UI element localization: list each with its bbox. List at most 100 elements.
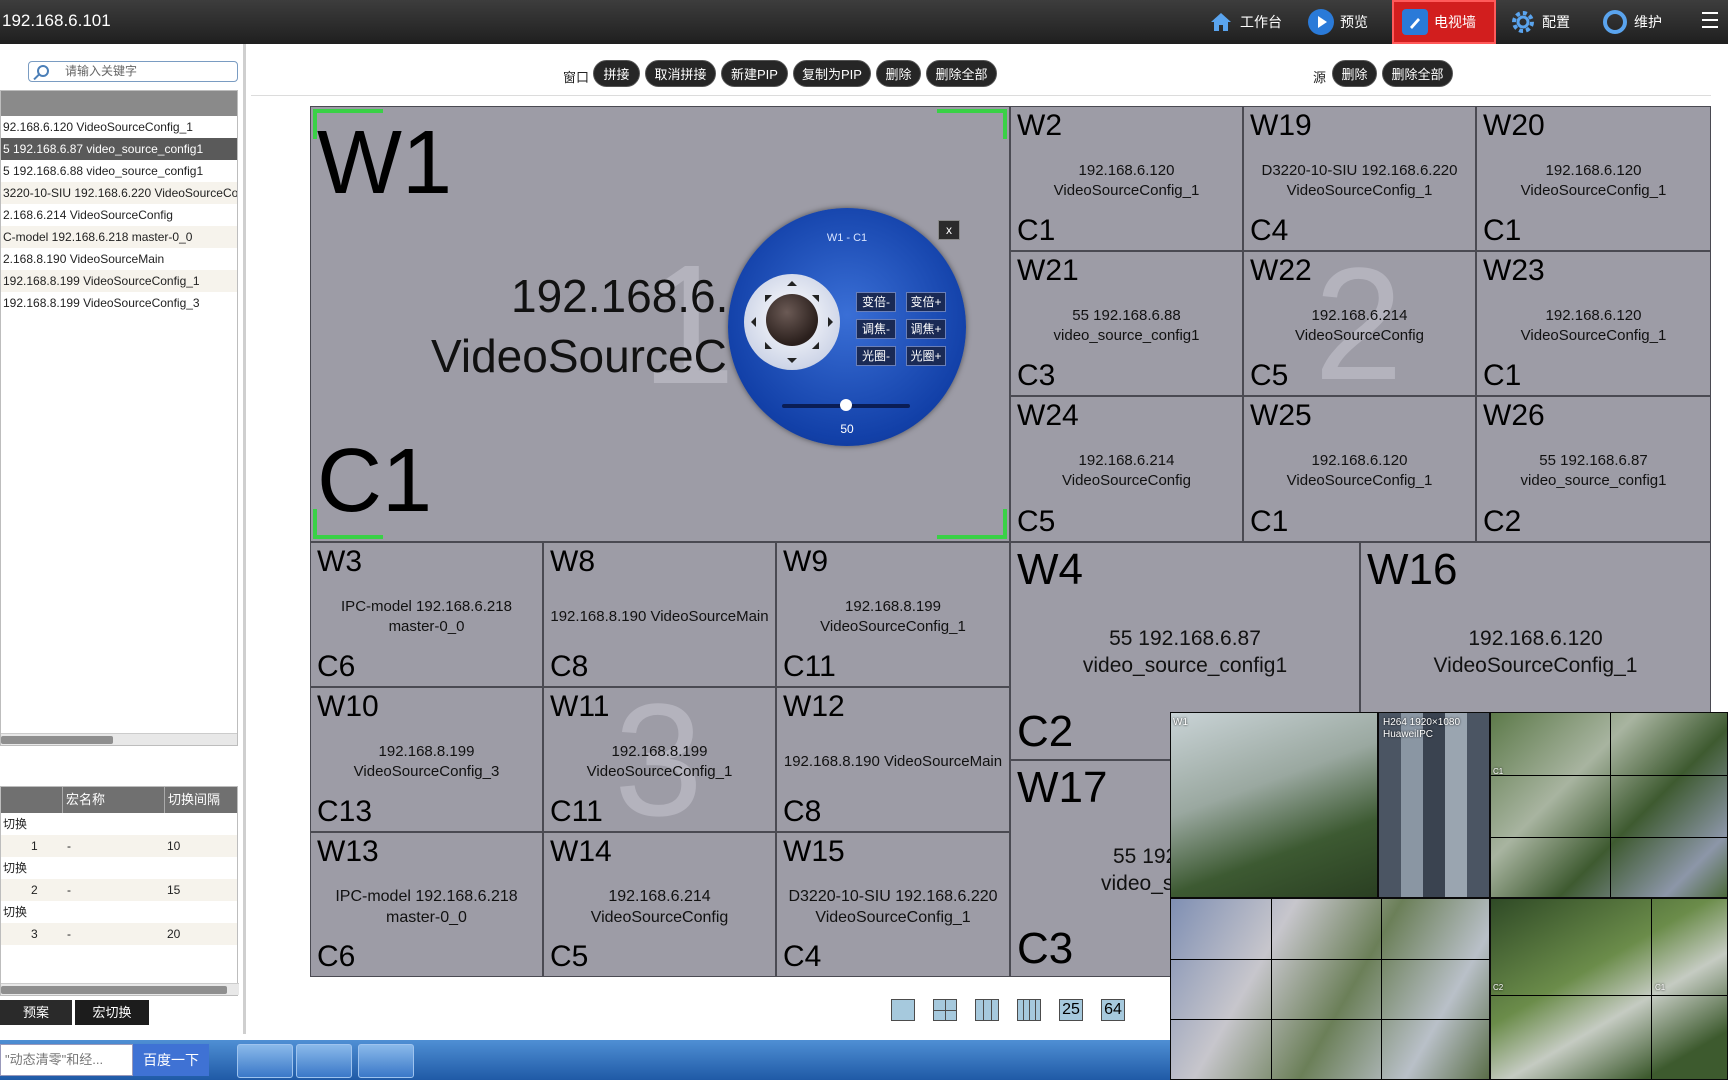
wall-window[interactable]: W23 192.168.6.120 VideoSourceConfig_1 C1 bbox=[1476, 251, 1711, 396]
focus-minus-button[interactable]: 调焦- bbox=[856, 319, 896, 339]
tab-macro-switch[interactable]: 宏切换 bbox=[75, 1000, 149, 1025]
macro-group-title: 切换 bbox=[3, 905, 28, 919]
selection-corner bbox=[937, 509, 1007, 539]
macro-table-scrollbar[interactable] bbox=[1, 983, 239, 995]
taskbar-app-icon[interactable] bbox=[237, 1044, 293, 1078]
cancel-splice-button[interactable]: 取消拼接 bbox=[645, 60, 716, 87]
copy-as-pip-button[interactable]: 复制为PIP bbox=[793, 60, 871, 87]
taskbar-search-button[interactable]: 百度一下 bbox=[133, 1044, 209, 1076]
arrow-up-right-icon[interactable] bbox=[811, 287, 827, 303]
layout-3x3-button[interactable] bbox=[975, 999, 999, 1021]
ptz-close-button[interactable]: x bbox=[938, 220, 960, 240]
scrollbar-thumb[interactable] bbox=[1, 736, 113, 744]
menu-icon[interactable] bbox=[1702, 12, 1718, 28]
taskbar-search-input[interactable]: "动态清零"和经... bbox=[0, 1044, 133, 1076]
zoom-out-button[interactable]: 变倍- bbox=[856, 292, 896, 312]
arrow-up-left-icon[interactable] bbox=[757, 287, 773, 303]
nav-tv-wall[interactable]: 电视墙 bbox=[1392, 0, 1496, 44]
search-input[interactable]: 请输入关键字 bbox=[28, 61, 238, 82]
wall-window[interactable]: W10 192.168.8.199 VideoSourceConfig_3 C13 bbox=[310, 687, 543, 832]
scrollbar-thumb[interactable] bbox=[1, 986, 227, 994]
wall-window[interactable]: W14 192.168.6.214 VideoSourceConfig C5 bbox=[543, 832, 776, 977]
arrow-down-right-icon[interactable] bbox=[811, 341, 827, 357]
iris-plus-button[interactable]: 光圈+ bbox=[906, 346, 946, 366]
source-item[interactable]: C-model 192.168.6.218 master-0_0 bbox=[1, 226, 237, 248]
slider-thumb[interactable] bbox=[840, 399, 852, 411]
arrow-down-left-icon[interactable] bbox=[757, 341, 773, 357]
delete-all-sources-button[interactable]: 删除全部 bbox=[1382, 60, 1453, 87]
wall-ruler bbox=[251, 95, 1711, 96]
wall-window[interactable]: W26 55 192.168.6.87 video_source_config1 … bbox=[1476, 396, 1711, 542]
joystick-knob[interactable] bbox=[766, 294, 818, 346]
wall-window[interactable]: 3 W11 192.168.8.199 VideoSourceConfig_1 C… bbox=[543, 687, 776, 832]
wall-window[interactable]: W9 192.168.8.199 VideoSourceConfig_1 C11 bbox=[776, 542, 1010, 687]
new-pip-button[interactable]: 新建PIP bbox=[721, 60, 788, 87]
top-bar: 192.168.6.101 工作台 预览 电视墙 配置 维护 bbox=[0, 0, 1728, 44]
iris-minus-button[interactable]: 光圈- bbox=[856, 346, 896, 366]
layout-64-button[interactable]: 64 bbox=[1101, 999, 1125, 1021]
source-list-header bbox=[1, 91, 237, 116]
ptz-joystick[interactable] bbox=[744, 274, 840, 370]
delete-window-button[interactable]: 删除 bbox=[876, 60, 921, 87]
macro-group-title: 切换 bbox=[3, 817, 28, 831]
search-icon bbox=[37, 65, 49, 77]
layout-25-button[interactable]: 25 bbox=[1059, 999, 1083, 1021]
wall-window[interactable]: W13 IPC-model 192.168.6.218 master-0_0 C6 bbox=[310, 832, 543, 977]
nav-config[interactable]: 配置 bbox=[1502, 0, 1594, 44]
arrow-down-icon[interactable] bbox=[787, 358, 797, 368]
video-tile[interactable]: W1 bbox=[1170, 712, 1378, 898]
source-item[interactable]: 2.168.6.214 VideoSourceConfig bbox=[1, 204, 237, 226]
video-tile[interactable]: C1 bbox=[1170, 898, 1490, 1080]
taskbar-hotspot-icon[interactable] bbox=[358, 1044, 414, 1078]
macro-row[interactable]: 2 -15 bbox=[1, 879, 237, 901]
video-tile[interactable]: C1 bbox=[1490, 712, 1728, 898]
taskbar-weather-icon[interactable] bbox=[296, 1044, 352, 1078]
selection-corner bbox=[313, 509, 383, 539]
source-item[interactable]: 92.168.6.120 VideoSourceConfig_1 bbox=[1, 116, 237, 138]
macro-row[interactable]: 3 -20 bbox=[1, 923, 237, 945]
source-item[interactable]: 3220-10-SIU 192.168.6.220 VideoSourceCo bbox=[1, 182, 237, 204]
source-item[interactable]: 5 192.168.6.87 video_source_config1 bbox=[1, 138, 237, 160]
window-toolbar-label: 窗口 bbox=[563, 70, 590, 85]
layout-2x2-button[interactable] bbox=[933, 999, 957, 1021]
wall-window[interactable]: 2 W22 192.168.6.214 VideoSourceConfig C5 bbox=[1243, 251, 1476, 396]
ptz-speed-slider[interactable] bbox=[782, 399, 910, 411]
focus-plus-button[interactable]: 调焦+ bbox=[906, 319, 946, 339]
maintenance-icon bbox=[1602, 9, 1628, 35]
wall-window[interactable]: W20 192.168.6.120 VideoSourceConfig_1 C1 bbox=[1476, 106, 1711, 251]
wall-window[interactable]: W24 192.168.6.214 VideoSourceConfig C5 bbox=[1010, 396, 1243, 542]
wall-window[interactable]: W25 192.168.6.120 VideoSourceConfig_1 C1 bbox=[1243, 396, 1476, 542]
nav-workbench[interactable]: 工作台 bbox=[1200, 0, 1300, 44]
layout-1x1-button[interactable] bbox=[891, 999, 915, 1021]
wall-window[interactable]: W2 192.168.6.120 VideoSourceConfig_1 C1 bbox=[1010, 106, 1243, 251]
splice-button[interactable]: 拼接 bbox=[593, 60, 640, 87]
wall-window[interactable]: W15 D3220-10-SIU 192.168.6.220 VideoSourc… bbox=[776, 832, 1010, 977]
source-list-scrollbar[interactable] bbox=[1, 733, 237, 745]
arrow-left-icon[interactable] bbox=[746, 317, 756, 327]
video-tile[interactable]: C2 C1 bbox=[1490, 898, 1728, 1080]
home-icon bbox=[1208, 9, 1234, 35]
tab-plan[interactable]: 预案 bbox=[0, 1000, 72, 1025]
zoom-in-button[interactable]: 变倍+ bbox=[906, 292, 946, 312]
nav-maintenance[interactable]: 维护 bbox=[1594, 0, 1686, 44]
macro-row[interactable]: 1 -10 bbox=[1, 835, 237, 857]
wall-window[interactable]: W12 192.168.8.190 VideoSourceMain C8 bbox=[776, 687, 1010, 832]
source-item[interactable]: 192.168.8.199 VideoSourceConfig_1 bbox=[1, 270, 237, 292]
source-item[interactable]: 192.168.8.199 VideoSourceConfig_3 bbox=[1, 292, 237, 314]
video-tile[interactable]: H264 1920×1080 HuaweiIPC bbox=[1378, 712, 1490, 898]
wall-window[interactable]: W8 192.168.8.190 VideoSourceMain C8 bbox=[543, 542, 776, 687]
arrow-right-icon[interactable] bbox=[828, 317, 838, 327]
source-item[interactable]: 2.168.8.190 VideoSourceMain bbox=[1, 248, 237, 270]
arrow-up-icon[interactable] bbox=[787, 276, 797, 286]
wall-window[interactable]: W3 IPC-model 192.168.6.218 master-0_0 C6 bbox=[310, 542, 543, 687]
wall-window[interactable]: W21 55 192.168.6.88 video_source_config1 … bbox=[1010, 251, 1243, 396]
macro-table-header: 宏名称 切换间隔 bbox=[1, 787, 237, 813]
delete-all-windows-button[interactable]: 删除全部 bbox=[926, 60, 997, 87]
ptz-control: W1 - C1 变倍- 变倍+ 调焦- 调焦+ 光圈- 光圈+ 50 bbox=[728, 208, 966, 446]
panel-splitter[interactable] bbox=[243, 44, 246, 1034]
nav-preview[interactable]: 预览 bbox=[1300, 0, 1390, 44]
layout-4x4-button[interactable] bbox=[1017, 999, 1041, 1021]
source-item[interactable]: 5 192.168.6.88 video_source_config1 bbox=[1, 160, 237, 182]
wall-window[interactable]: W19 D3220-10-SIU 192.168.6.220 VideoSourc… bbox=[1243, 106, 1476, 251]
delete-source-button[interactable]: 删除 bbox=[1332, 60, 1377, 87]
